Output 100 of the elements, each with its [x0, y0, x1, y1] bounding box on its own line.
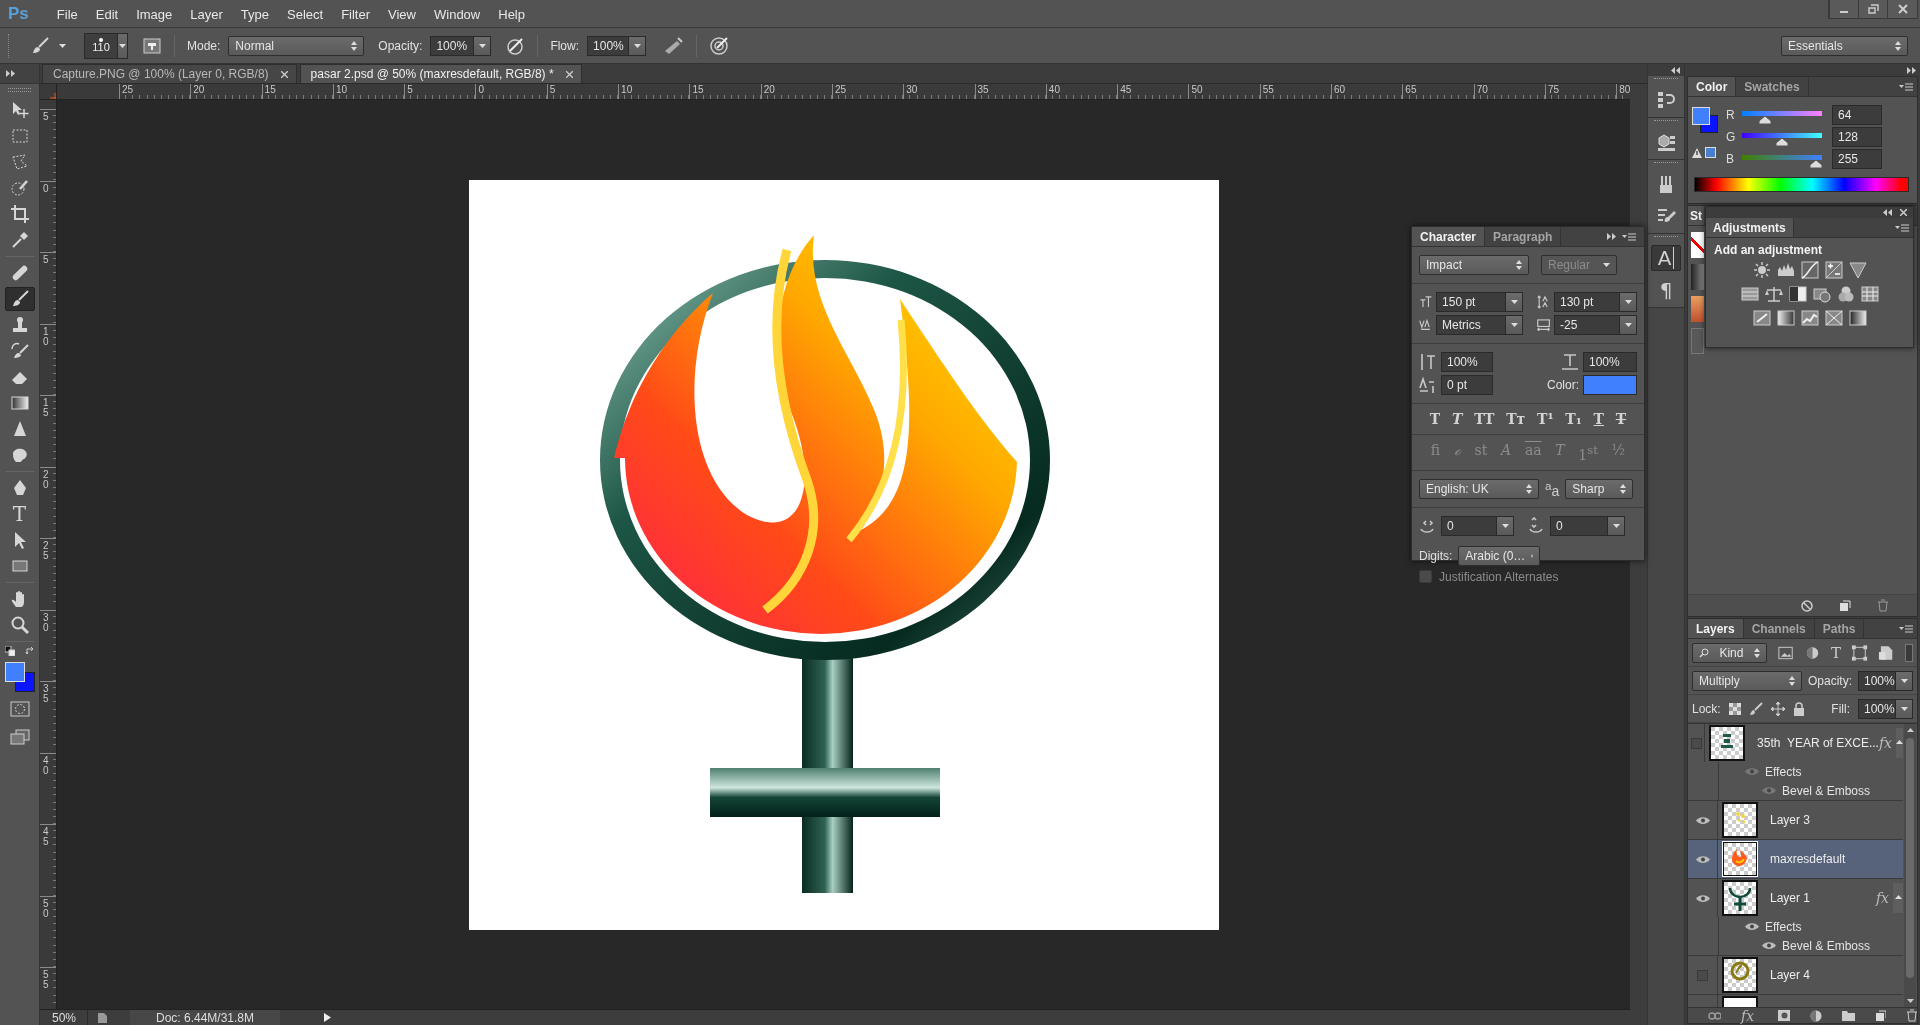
lookup-icon[interactable]: [1860, 285, 1879, 303]
fill-field[interactable]: 100%: [1858, 698, 1896, 719]
panel-tab[interactable]: Layers: [1688, 619, 1744, 638]
panel-menu-icon[interactable]: [1899, 82, 1913, 91]
menu-item[interactable]: Edit: [86, 3, 128, 25]
menu-item[interactable]: Type: [231, 3, 278, 25]
tracking-field[interactable]: -25: [1554, 315, 1620, 335]
blend-mode-dropdown[interactable]: Multiply: [1692, 670, 1802, 691]
type-style-button[interactable]: T₁: [1563, 410, 1584, 428]
dropdown-button[interactable]: [1506, 315, 1524, 335]
baseline-shift-field[interactable]: 0 pt: [1441, 375, 1493, 395]
scroll-up-icon[interactable]: [1906, 728, 1914, 732]
expand-toggle[interactable]: [1896, 728, 1903, 758]
panel-menu-icon[interactable]: [1899, 624, 1913, 633]
collapse-icon[interactable]: [1671, 66, 1680, 74]
panel-button[interactable]: A: [1651, 245, 1681, 271]
expand-toggle[interactable]: [1893, 883, 1903, 913]
flow-field[interactable]: 100%: [587, 35, 630, 56]
document-tab[interactable]: Capture.PNG @ 100% (Layer 0, RGB/8): [42, 64, 297, 83]
menu-item[interactable]: Help: [489, 3, 534, 25]
mode-dropdown[interactable]: Normal: [228, 35, 365, 56]
filter-kind-dropdown[interactable]: Kind: [1692, 642, 1767, 663]
visibility-eye-icon[interactable]: [1745, 922, 1759, 931]
font-family-dropdown[interactable]: Impact: [1419, 255, 1529, 275]
color-swatches-icon[interactable]: [1692, 107, 1718, 133]
visibility-eye-icon[interactable]: [1695, 854, 1710, 864]
type-style-button[interactable]: T: [1591, 410, 1606, 428]
warning-icon[interactable]: [1692, 147, 1702, 158]
exposure-icon[interactable]: [1824, 261, 1843, 279]
expand-icon[interactable]: [1907, 66, 1916, 74]
dropdown-button[interactable]: [1620, 315, 1637, 335]
visibility-toggle[interactable]: [1690, 737, 1702, 749]
layer-row[interactable]: maxresdefault: [1688, 840, 1903, 879]
trash-icon[interactable]: [1905, 1009, 1917, 1022]
visibility-toggle[interactable]: [1697, 969, 1708, 981]
panel-menu-icon[interactable]: [1622, 232, 1636, 241]
dropdown-button[interactable]: [629, 35, 647, 56]
menu-item[interactable]: Layer: [181, 3, 232, 25]
websafe-color-swatch[interactable]: [1705, 147, 1716, 158]
style-swatch[interactable]: [1691, 264, 1704, 290]
folder-icon[interactable]: [1841, 1010, 1855, 1021]
pressure-opacity-icon[interactable]: [505, 35, 526, 56]
dropdown-button[interactable]: [1896, 698, 1913, 719]
status-menu-icon[interactable]: [324, 1013, 331, 1022]
dropdown-button[interactable]: [118, 32, 128, 59]
menu-item[interactable]: Filter: [332, 3, 380, 25]
photo-filter-icon[interactable]: [1812, 285, 1831, 303]
menu-item[interactable]: File: [47, 3, 87, 25]
scroll-down-icon[interactable]: [1906, 999, 1914, 1003]
document-tab[interactable]: pasar 2.psd @ 50% (maxresdefault, RGB/8) *: [299, 64, 582, 83]
channel-value-field[interactable]: 128: [1832, 127, 1882, 147]
dropdown-button[interactable]: [1620, 292, 1637, 312]
layer-row[interactable]: Layer 1 fx Effects Bevel & Emboss: [1688, 879, 1903, 956]
dropdown-button[interactable]: [1506, 292, 1524, 312]
close-icon[interactable]: [1900, 209, 1907, 216]
new-style-icon[interactable]: [1839, 599, 1851, 612]
workspace-dropdown[interactable]: Essentials: [1781, 35, 1908, 56]
posterize-icon[interactable]: [1776, 309, 1795, 327]
horizontal-scale-field[interactable]: 100%: [1583, 352, 1637, 372]
layer-row[interactable]: Layer 4: [1688, 956, 1903, 995]
color-swatches-icon[interactable]: [4, 662, 35, 692]
panel-tab[interactable]: Paths: [1814, 619, 1865, 638]
panel-tab[interactable]: Color: [1688, 77, 1737, 96]
half-filled-square-icon[interactable]: [1788, 285, 1807, 303]
panel-menu-icon[interactable]: [1895, 223, 1909, 232]
style-swatch[interactable]: [1691, 232, 1704, 258]
new-layer-icon[interactable]: [1874, 1009, 1886, 1022]
antialias-dropdown[interactable]: Sharp: [1565, 478, 1634, 499]
panel-tab[interactable]: Character: [1412, 227, 1486, 246]
minimize-button[interactable]: [1829, 0, 1858, 18]
layer-style-button[interactable]: fx: [1741, 1007, 1755, 1024]
adjustment-layer-icon[interactable]: [1810, 1009, 1822, 1022]
clear-style-icon[interactable]: [1801, 599, 1813, 612]
lock-position-icon[interactable]: [1770, 701, 1785, 716]
default-colors-icon[interactable]: [4, 646, 15, 656]
dropdown-button[interactable]: [474, 35, 492, 56]
close-icon[interactable]: [565, 70, 573, 78]
lock-all-icon[interactable]: [1792, 701, 1805, 716]
panel-tab[interactable]: Paragraph: [1485, 227, 1562, 246]
style-swatch[interactable]: [1691, 296, 1704, 322]
link-icon[interactable]: [1708, 1011, 1722, 1020]
panel-tab[interactable]: Swatches: [1736, 77, 1809, 96]
style-swatch[interactable]: [1691, 328, 1704, 354]
brightness-icon[interactable]: [1752, 261, 1771, 279]
opacity-field[interactable]: 100%: [1858, 670, 1896, 691]
close-button[interactable]: [1887, 0, 1917, 18]
panel-button[interactable]: ¶: [1651, 277, 1681, 303]
text-color-swatch[interactable]: [1583, 375, 1637, 395]
hue-icon[interactable]: [1740, 285, 1759, 303]
collapse-icon[interactable]: [1883, 209, 1892, 216]
type-style-button[interactable]: TT: [1472, 410, 1497, 428]
lock-transparency-icon[interactable]: [1728, 702, 1741, 715]
quick-mask-icon[interactable]: [9, 700, 30, 718]
panel-tab[interactable]: St: [1688, 206, 1704, 225]
menu-item[interactable]: View: [379, 3, 425, 25]
digits-dropdown[interactable]: Arabic (0…: [1458, 545, 1541, 566]
threshold-icon[interactable]: [1800, 309, 1819, 327]
kerning-field[interactable]: Metrics: [1436, 315, 1507, 335]
pressure-size-icon[interactable]: [709, 35, 730, 56]
diacritic-field[interactable]: 0: [1550, 515, 1608, 536]
